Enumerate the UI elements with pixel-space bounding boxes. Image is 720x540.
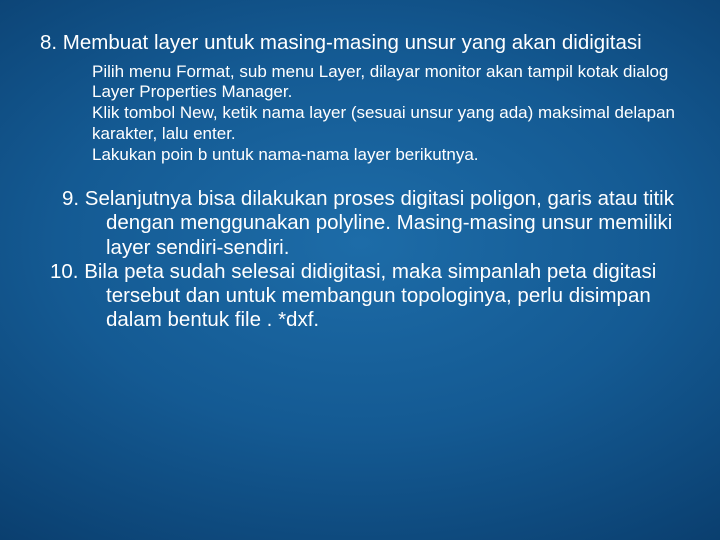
sub-item: Klik tombol New, ketik nama layer (sesua… (92, 103, 680, 144)
item-8-sublist: Pilih menu Format, sub menu Layer, dilay… (40, 62, 680, 166)
sub-item: Lakukan poin b untuk nama-nama layer ber… (92, 145, 680, 166)
sub-item: Pilih menu Format, sub menu Layer, dilay… (92, 62, 680, 103)
item-9: 9. Selanjutnya bisa dilakukan proses dig… (40, 187, 680, 260)
item-10: 10. Bila peta sudah selesai didigitasi, … (40, 260, 680, 333)
slide: 8. Membuat layer untuk masing-masing uns… (0, 0, 720, 540)
item-8-title: 8. Membuat layer untuk masing-masing uns… (40, 30, 680, 56)
